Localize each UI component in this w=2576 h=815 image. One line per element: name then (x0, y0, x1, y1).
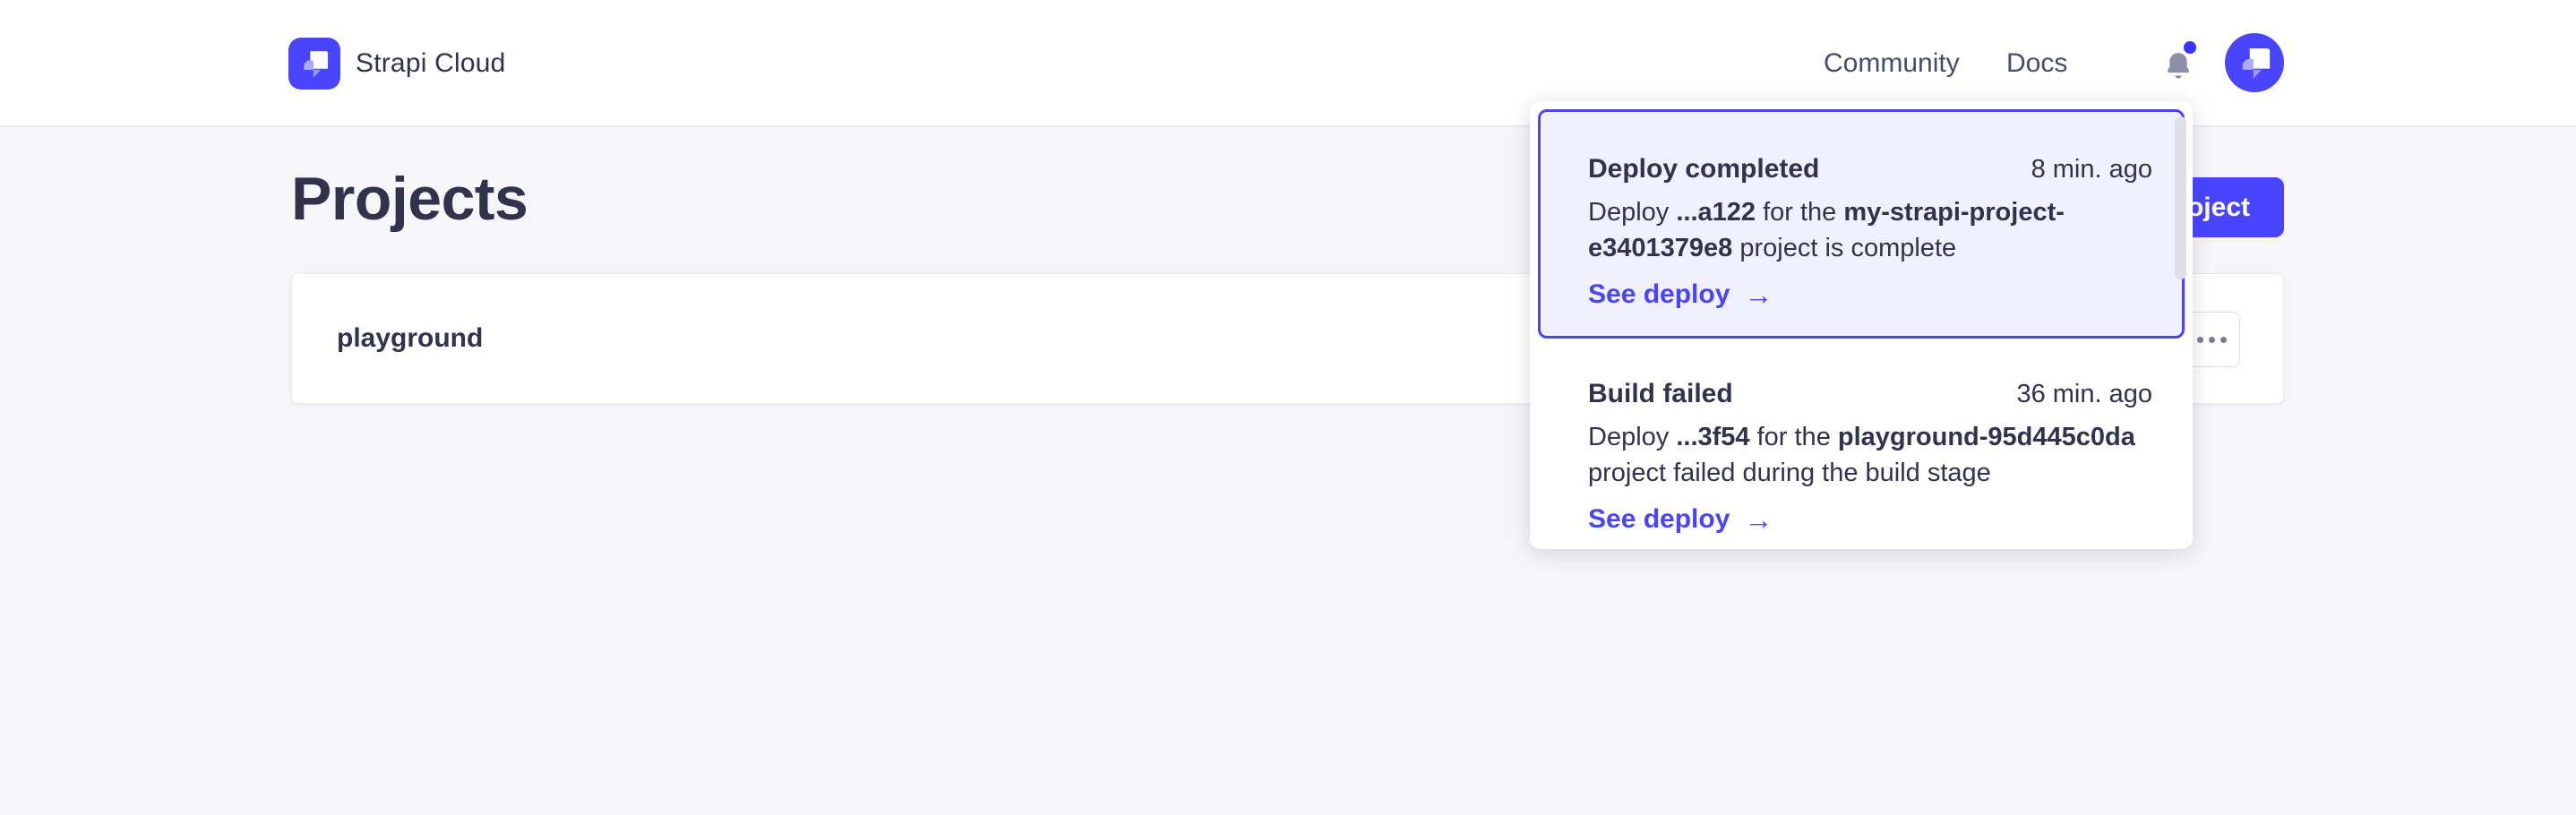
body-text: project is complete (1732, 234, 1956, 262)
ellipsis-icon (2197, 337, 2203, 343)
body-text: for the (1756, 198, 1843, 227)
body-text: Deploy (1588, 198, 1676, 227)
see-deploy-link[interactable]: See deploy → (1588, 502, 1773, 537)
see-deploy-link[interactable]: See deploy → (1588, 277, 1773, 313)
notification-header: Deploy completed 8 min. ago (1588, 151, 2152, 187)
ellipsis-icon (2209, 337, 2215, 343)
notification-title: Build failed (1588, 376, 1733, 412)
ellipsis-icon (2220, 337, 2227, 343)
arrow-right-icon: → (1744, 502, 1773, 537)
unread-indicator-dot (2184, 41, 2196, 54)
link-label: See deploy (1588, 502, 1730, 537)
notifications-panel: Deploy completed 8 min. ago Deploy ...a1… (1530, 101, 2193, 549)
arrow-right-icon: → (1744, 277, 1773, 313)
notifications-bell-button[interactable] (2155, 42, 2202, 89)
notification-timestamp: 8 min. ago (2031, 151, 2152, 187)
notification-body: Deploy ...a122 for the my-strapi-project… (1588, 194, 2152, 266)
deploy-id: ...3f54 (1676, 423, 1749, 451)
scrollbar-thumb[interactable] (2175, 116, 2186, 279)
page-title: Projects (291, 167, 528, 231)
body-text: for the (1750, 423, 1838, 451)
notification-item-deploy-completed[interactable]: Deploy completed 8 min. ago Deploy ...a1… (1538, 109, 2185, 339)
project-name[interactable]: playground (337, 323, 483, 354)
body-text: Deploy (1588, 423, 1676, 451)
strapi-avatar-icon (2225, 33, 2284, 92)
notification-header: Build failed 36 min. ago (1588, 376, 2152, 412)
deploy-id: ...a122 (1676, 198, 1756, 227)
strapi-cloud-app: Strapi Cloud Community Docs Projects Cre… (0, 0, 2576, 815)
user-avatar[interactable] (2225, 33, 2284, 92)
notification-timestamp: 36 min. ago (2016, 376, 2152, 412)
link-label: See deploy (1588, 277, 1730, 313)
notification-body: Deploy ...3f54 for the playground-95d445… (1588, 419, 2152, 491)
brand-name: Strapi Cloud (356, 48, 506, 79)
strapi-logo-icon (288, 38, 340, 90)
body-text: project failed during the build stage (1588, 459, 1991, 487)
notification-item-build-failed[interactable]: Build failed 36 min. ago Deploy ...3f54 … (1538, 344, 2185, 552)
brand[interactable]: Strapi Cloud (288, 0, 506, 127)
project-id: playground-95d445c0da (1838, 423, 2135, 451)
notification-title: Deploy completed (1588, 151, 1819, 187)
